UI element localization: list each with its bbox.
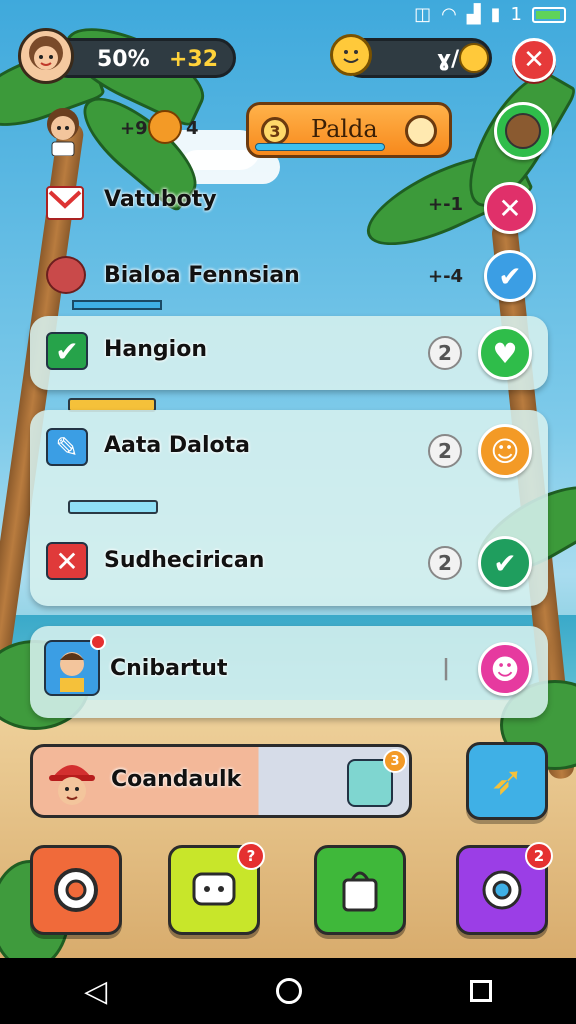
monkey-icon	[148, 110, 182, 144]
signal-text: 1	[510, 4, 522, 25]
cat-button[interactable]: ☻	[478, 642, 532, 696]
mini-score-right: 4	[186, 118, 199, 139]
gold-coin-icon	[459, 43, 489, 73]
wifi-icon: ◠	[441, 4, 457, 25]
face-button[interactable]: ☺	[478, 424, 532, 478]
row-count: +-1	[428, 194, 464, 215]
shopping-bag-icon	[342, 871, 378, 912]
quest-panel-large: ✎ Aata Dalota 2 ☺ ✕ Sudhecirican 2 ✔	[30, 410, 548, 606]
gear-tab-button[interactable]: 2	[456, 842, 553, 935]
quest-progress-bar	[68, 500, 158, 514]
banner-label: Palda	[311, 115, 378, 143]
signal-icon: ▟	[466, 4, 481, 25]
check-button[interactable]: ✔	[478, 536, 532, 590]
panel-row-label: Aata Dalota	[104, 433, 251, 458]
panel-row-label: Sudhecirican	[104, 548, 265, 573]
rocket-icon: ➶	[490, 758, 524, 804]
event-banner[interactable]: 3 Palda	[246, 102, 452, 158]
panel-row-label: Cnibartut	[110, 656, 228, 681]
count-badge: 2	[428, 546, 462, 580]
compass-icon	[54, 868, 98, 912]
chat-tab-button[interactable]: ?	[168, 842, 265, 935]
banner-number: 3	[261, 117, 289, 145]
back-icon[interactable]: ◁	[84, 974, 107, 1009]
mini-score: +9	[120, 118, 148, 139]
smiley-coin-icon	[330, 34, 372, 76]
android-nav-bar: ◁	[0, 958, 576, 1024]
vibrate-icon: ◫	[414, 4, 432, 25]
feature-label: Coandaulk	[111, 767, 242, 792]
row-label: Bialoa Fennsian	[104, 263, 300, 288]
checkbox-checked[interactable]: ✔	[46, 332, 88, 370]
gear-icon	[482, 870, 522, 910]
gear-notification-badge: 2	[525, 842, 553, 870]
avatar-face-icon	[29, 36, 63, 70]
feature-notification-badge: 3	[383, 749, 407, 773]
battery-icon	[532, 6, 566, 23]
quest-panel: ✔ Hangion 2 ♥	[30, 316, 548, 390]
row-label: Vatuboty	[104, 187, 217, 212]
rocket-button[interactable]: ➶	[466, 742, 548, 820]
boy-avatar-icon	[40, 104, 86, 157]
friend-panel: Cnibartut | ☻	[30, 626, 548, 718]
note-icon[interactable]: ✎	[46, 428, 88, 466]
home-icon[interactable]	[275, 978, 302, 1004]
settings-tab-button[interactable]	[30, 845, 122, 935]
shop-tab-button[interactable]	[314, 845, 406, 935]
pet-button[interactable]	[494, 102, 552, 160]
pet-icon	[505, 113, 541, 149]
currency-value: ɣ/	[437, 47, 460, 72]
close-button[interactable]: ✕	[512, 38, 556, 82]
panel-row-label: Hangion	[104, 337, 207, 362]
mail-icon	[46, 186, 84, 220]
row-progress-bar	[72, 300, 162, 310]
count-badge: |	[442, 656, 451, 681]
shell-icon	[46, 256, 86, 294]
heart-button[interactable]: ♥	[478, 326, 532, 380]
status-bar: ◫ ◠ ▟ ▮ 1	[0, 0, 576, 30]
count-badge: 2	[428, 336, 462, 370]
row-confirm-button[interactable]: ✔	[484, 250, 536, 302]
sim-icon: ▮	[490, 4, 501, 25]
checkbox-failed[interactable]: ✕	[46, 542, 88, 580]
chat-notification-badge: ?	[237, 842, 265, 870]
recents-icon[interactable]	[469, 980, 492, 1002]
friend-avatar[interactable]	[44, 640, 100, 696]
timer-icon	[405, 115, 437, 147]
percent-value: 50%	[97, 47, 150, 72]
player-stats-pill: 50% +32	[48, 38, 236, 78]
red-hat-avatar-icon	[45, 753, 99, 811]
feature-card[interactable]: Coandaulk 3	[30, 744, 412, 818]
banner-progress-bar	[255, 143, 385, 151]
coin-value: +32	[169, 47, 219, 72]
row-count: +-4	[428, 266, 464, 287]
chat-bubble-icon	[192, 872, 236, 906]
count-badge: 2	[428, 434, 462, 468]
notification-dot	[90, 634, 106, 650]
player-avatar[interactable]	[18, 28, 74, 84]
row-close-button[interactable]: ✕	[484, 182, 536, 234]
